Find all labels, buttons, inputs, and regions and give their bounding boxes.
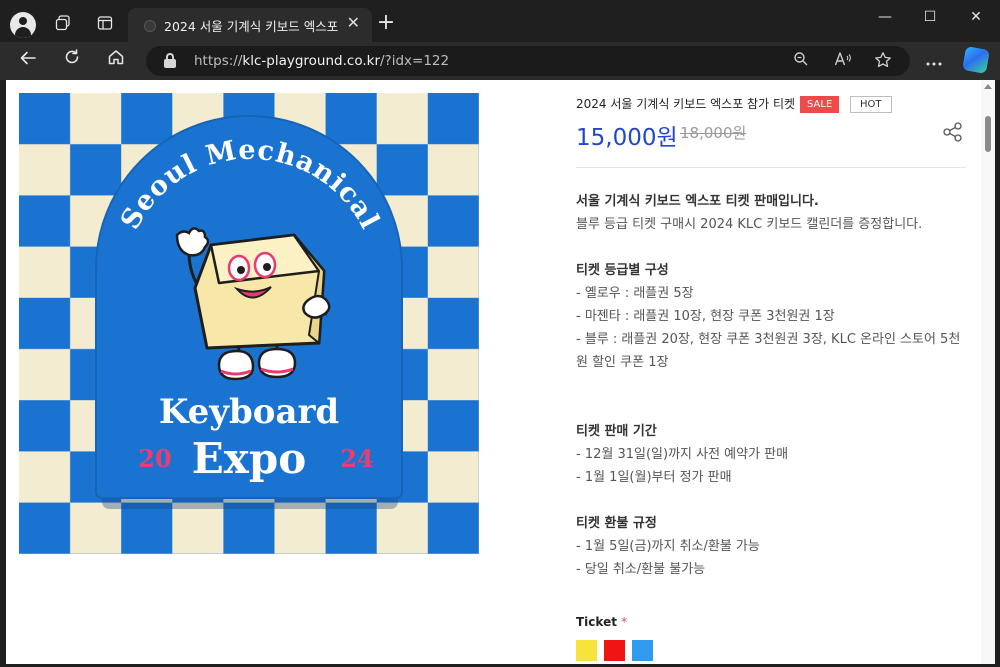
tab-bar: 2024 서울 기계식 키보드 엑스포 ✕ + — ☐ ✕ <box>0 0 1000 42</box>
info-divider <box>576 167 966 168</box>
swatch-magenta[interactable] <box>604 640 625 661</box>
zoom-icon[interactable] <box>790 51 812 71</box>
desc-intro-line: 블루 등급 티켓 구매시 2024 KLC 키보드 캘린더를 증정합니다. <box>576 217 923 232</box>
minimize-button[interactable]: — <box>862 4 908 30</box>
product-title: 2024 서울 기계식 키보드 엑스포 참가 티켓 <box>576 97 796 111</box>
desc-refund-item: - 당일 취소/환불 불가능 <box>576 562 706 577</box>
vertical-tabs-icon[interactable] <box>92 10 118 36</box>
favorite-star-icon[interactable] <box>872 51 894 71</box>
maximize-button[interactable]: ☐ <box>907 4 953 30</box>
address-bar[interactable]: https://klc-playground.co.kr/?idx=122 <box>146 46 910 76</box>
sale-badge: SALE <box>800 96 840 113</box>
product-poster-image[interactable]: Seoul Mechanical Keyboard Expo 20 24 <box>19 93 479 554</box>
workspaces-icon[interactable] <box>50 10 76 36</box>
desc-period-item: - 12월 31일(일)까지 사전 예약가 판매 <box>576 447 789 462</box>
swatch-yellow[interactable] <box>576 640 597 661</box>
tab-title: 2024 서울 기계식 키보드 엑스포 <box>164 19 339 34</box>
copilot-icon[interactable] <box>962 46 990 74</box>
hot-badge: HOT <box>850 96 892 113</box>
read-aloud-icon[interactable] <box>832 51 854 71</box>
lock-icon[interactable] <box>164 53 176 68</box>
back-arrow-icon[interactable] <box>14 48 42 74</box>
swatch-blue[interactable] <box>632 640 653 661</box>
refresh-icon[interactable] <box>58 48 86 74</box>
share-icon[interactable] <box>942 122 964 142</box>
desc-intro-bold: 서울 기계식 키보드 엑스포 티켓 판매입니다. <box>576 194 819 209</box>
desc-period-item: - 1월 1일(월)부터 정가 판매 <box>576 470 732 485</box>
close-window-button[interactable]: ✕ <box>953 4 999 30</box>
poster-year-left: 20 <box>138 444 171 473</box>
desc-grade-heading: 티켓 등급별 구성 <box>576 263 669 278</box>
page-scrollbar[interactable] <box>981 80 995 664</box>
poster-keyboard-text: Keyboard <box>159 392 339 432</box>
tab-close-icon[interactable]: ✕ <box>347 13 360 32</box>
browser-window: 2024 서울 기계식 키보드 엑스포 ✕ + — ☐ ✕ https://kl… <box>0 0 1000 667</box>
poster-year-right: 24 <box>340 444 373 473</box>
scroll-up-arrow-icon[interactable] <box>984 84 992 89</box>
page-viewport: Seoul Mechanical Keyboard Expo 20 24 202… <box>6 80 995 664</box>
product-description: 서울 기계식 키보드 엑스포 티켓 판매입니다. 블루 등급 티켓 구매시 20… <box>576 190 971 581</box>
more-menu-icon[interactable] <box>920 48 948 74</box>
poster-expo-text: Expo <box>192 434 306 483</box>
tab-favicon-icon <box>144 20 156 32</box>
url-text[interactable]: https://klc-playground.co.kr/?idx=122 <box>194 53 449 69</box>
desc-refund-heading: 티켓 환불 규정 <box>576 516 657 531</box>
desc-period-heading: 티켓 판매 기간 <box>576 424 657 439</box>
desc-grade-item: - 옐로우 : 래플권 5장 <box>576 286 694 301</box>
scrollbar-thumb[interactable] <box>985 116 991 152</box>
desc-grade-item: - 블루 : 래플권 20장, 현장 쿠폰 3천원권 3장, KLC 온라인 스… <box>576 332 961 370</box>
poster-artwork: Seoul Mechanical Keyboard Expo 20 24 <box>19 93 479 554</box>
desc-grade-item: - 마젠타 : 래플권 10장, 현장 쿠폰 3천원권 1장 <box>576 309 835 324</box>
new-tab-button[interactable]: + <box>374 10 398 38</box>
sale-price: 15,000원 <box>576 125 678 151</box>
ticket-option-label: Ticket * <box>576 615 628 629</box>
tab-active[interactable]: 2024 서울 기계식 키보드 엑스포 ✕ <box>128 8 372 42</box>
original-price: 18,000원 <box>680 124 747 142</box>
required-mark: * <box>621 615 628 629</box>
home-icon[interactable] <box>102 48 130 74</box>
profile-avatar-icon[interactable] <box>10 12 36 38</box>
browser-toolbar: https://klc-playground.co.kr/?idx=122 <box>0 42 1000 80</box>
desc-refund-item: - 1월 5일(금)까지 취소/환불 가능 <box>576 539 760 554</box>
